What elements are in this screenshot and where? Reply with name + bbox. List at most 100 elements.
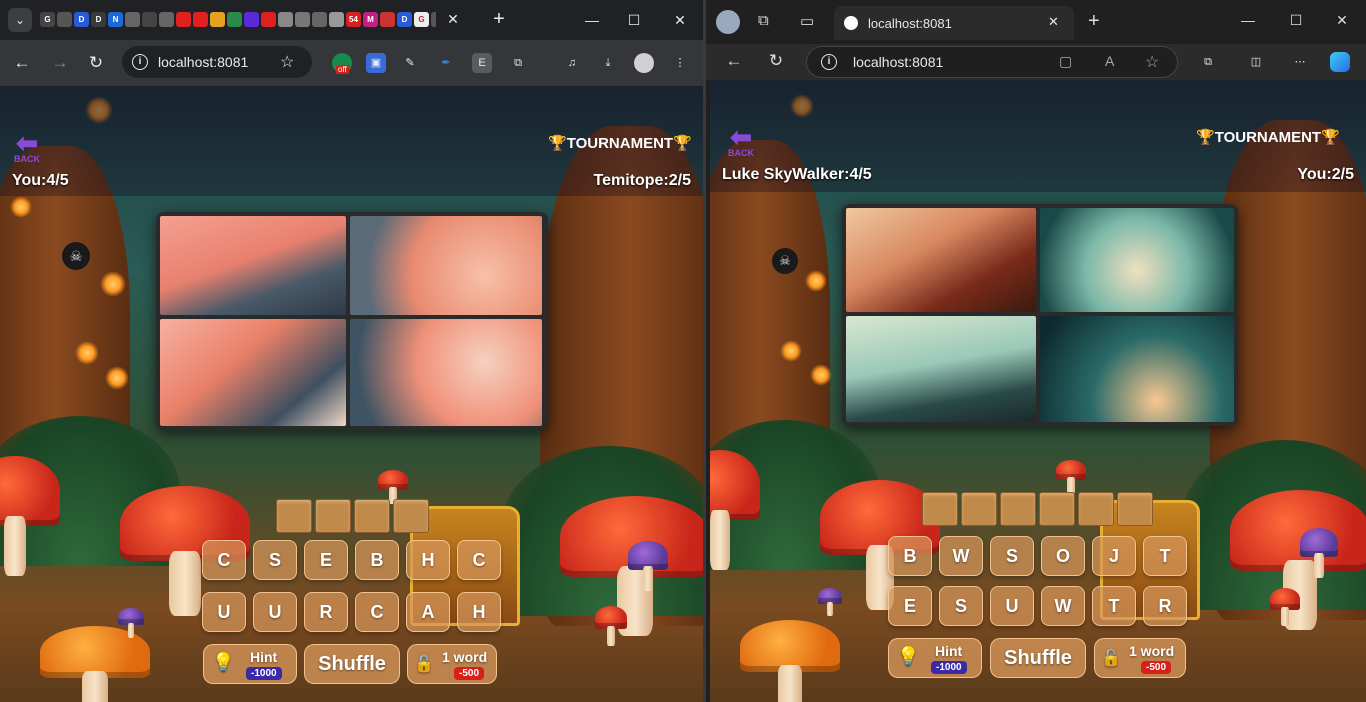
letter-key[interactable]: B	[355, 540, 399, 580]
letter-key[interactable]: A	[406, 592, 450, 632]
bookmark-star-icon[interactable]: ☆	[280, 52, 294, 72]
letter-key[interactable]: T	[1143, 536, 1187, 576]
active-tab[interactable]: localhost:8081 ✕	[834, 6, 1074, 40]
letter-key[interactable]: J	[1092, 536, 1136, 576]
letter-key[interactable]: U	[202, 592, 246, 632]
app-available-icon[interactable]: ▢	[1059, 53, 1072, 70]
pinned-tab-favicon[interactable]	[159, 12, 174, 27]
tab-actions-icon[interactable]: ▭	[800, 12, 814, 30]
pinned-tab-favicon[interactable]	[261, 12, 276, 27]
letter-key[interactable]: E	[888, 586, 932, 626]
new-tab-button[interactable]: +	[1088, 10, 1100, 33]
pinned-tab-favicon[interactable]	[278, 12, 293, 27]
tab-search-icon[interactable]: ⌄	[8, 8, 32, 32]
letter-key[interactable]: C	[457, 540, 501, 580]
extensions-icon[interactable]: ⧉	[1198, 52, 1218, 72]
pinned-tab-favicon[interactable]: M	[363, 12, 378, 27]
tab-close-icon[interactable]: ✕	[444, 10, 462, 28]
pinned-tab-favicon[interactable]	[125, 12, 140, 27]
letter-key[interactable]: R	[1143, 586, 1187, 626]
pinned-tab-favicon[interactable]	[295, 12, 310, 27]
answer-slot[interactable]	[1039, 492, 1075, 526]
letter-key[interactable]: S	[253, 540, 297, 580]
answer-slot[interactable]	[922, 492, 958, 526]
maximize-icon[interactable]: ☐	[622, 8, 646, 32]
back-nav-icon[interactable]: ←	[10, 51, 34, 75]
close-window-icon[interactable]: ✕	[668, 8, 692, 32]
pinned-tab-favicon[interactable]: D	[74, 12, 89, 27]
letter-key[interactable]: S	[990, 536, 1034, 576]
new-tab-button[interactable]: +	[488, 8, 510, 30]
back-button[interactable]: ⬅ BACK	[728, 124, 754, 158]
more-menu-icon[interactable]: ⋯	[1290, 52, 1310, 72]
letter-key[interactable]: C	[355, 592, 399, 632]
minimize-icon[interactable]: —	[580, 8, 604, 32]
pen-extension-icon[interactable]: ✒	[436, 53, 456, 73]
pinned-tab-favicon[interactable]: D	[91, 12, 106, 27]
pinned-tab-favicon[interactable]	[380, 12, 395, 27]
letter-key[interactable]: U	[253, 592, 297, 632]
letter-key[interactable]: O	[1041, 536, 1085, 576]
reload-icon[interactable]: ↻	[764, 49, 788, 73]
address-bar[interactable]: i localhost:8081 ☆	[122, 46, 312, 78]
answer-slot[interactable]	[315, 499, 351, 533]
letter-key[interactable]: H	[406, 540, 450, 580]
letter-key[interactable]: R	[304, 592, 348, 632]
back-button[interactable]: ⬅ BACK	[14, 130, 40, 164]
pinned-tab-favicon[interactable]	[210, 12, 225, 27]
favorite-star-icon[interactable]: ☆	[1145, 52, 1159, 72]
pinned-tab-favicon[interactable]: II	[431, 12, 436, 27]
letter-key[interactable]: H	[457, 592, 501, 632]
media-control-icon[interactable]: ♫	[562, 53, 582, 73]
profile-avatar[interactable]	[716, 10, 740, 34]
pinned-tab-favicon[interactable]: G	[40, 12, 55, 27]
site-info-icon[interactable]: i	[821, 54, 837, 70]
tab-close-icon[interactable]: ✕	[1048, 14, 1059, 30]
answer-slot[interactable]	[393, 499, 429, 533]
split-screen-icon[interactable]: ◫	[1246, 52, 1266, 72]
profile-avatar[interactable]	[634, 53, 654, 73]
e-extension-icon[interactable]: E	[472, 53, 492, 73]
pinned-tab-favicon[interactable]	[244, 12, 259, 27]
close-window-icon[interactable]: ✕	[1330, 8, 1354, 32]
answer-slot[interactable]	[1000, 492, 1036, 526]
letter-key[interactable]: U	[990, 586, 1034, 626]
copilot-icon[interactable]	[1330, 52, 1350, 72]
letter-key[interactable]: T	[1092, 586, 1136, 626]
hint-button[interactable]: 💡 Hint -1000	[203, 644, 297, 684]
letter-key[interactable]: B	[888, 536, 932, 576]
letter-key[interactable]: E	[304, 540, 348, 580]
pinned-tab-favicon[interactable]	[312, 12, 327, 27]
answer-slot[interactable]	[354, 499, 390, 533]
pinned-tab-favicon[interactable]	[329, 12, 344, 27]
back-nav-icon[interactable]: ←	[722, 49, 746, 73]
site-info-icon[interactable]: i	[132, 54, 148, 70]
answer-slot[interactable]	[1117, 492, 1153, 526]
minimize-icon[interactable]: —	[1236, 8, 1260, 32]
eyedropper-icon[interactable]: ✎	[400, 53, 420, 73]
shuffle-button[interactable]: Shuffle	[990, 638, 1086, 678]
answer-slot[interactable]	[276, 499, 312, 533]
read-aloud-icon[interactable]: A	[1105, 53, 1114, 69]
pinned-tab-favicon[interactable]	[142, 12, 157, 27]
answer-slot[interactable]	[1078, 492, 1114, 526]
hint-button[interactable]: 💡 Hint -1000	[888, 638, 982, 678]
pinned-tab-favicon[interactable]: 54	[346, 12, 361, 27]
forward-nav-icon[interactable]: →	[48, 51, 72, 75]
pinned-tab-favicon[interactable]: D	[397, 12, 412, 27]
screen-capture-icon[interactable]: ▣	[366, 53, 386, 73]
download-icon[interactable]: ⤓	[598, 53, 618, 73]
shuffle-button[interactable]: Shuffle	[304, 644, 400, 684]
maximize-icon[interactable]: ☐	[1284, 8, 1308, 32]
pinned-tab-favicon[interactable]	[227, 12, 242, 27]
pinned-tab-favicon[interactable]	[176, 12, 191, 27]
pinned-tab-favicon[interactable]	[193, 12, 208, 27]
pinned-tab-favicon[interactable]: N	[108, 12, 123, 27]
address-bar[interactable]: i localhost:8081 ▢ A ☆	[806, 46, 1178, 78]
letter-key[interactable]: W	[1041, 586, 1085, 626]
reveal-word-button[interactable]: 🔓 1 word -500	[407, 644, 497, 684]
reveal-word-button[interactable]: 🔓 1 word -500	[1094, 638, 1186, 678]
reload-icon[interactable]: ↻	[84, 51, 108, 75]
extensions-puzzle-icon[interactable]: ⧉	[508, 53, 528, 73]
pinned-tab-favicon[interactable]	[57, 12, 72, 27]
